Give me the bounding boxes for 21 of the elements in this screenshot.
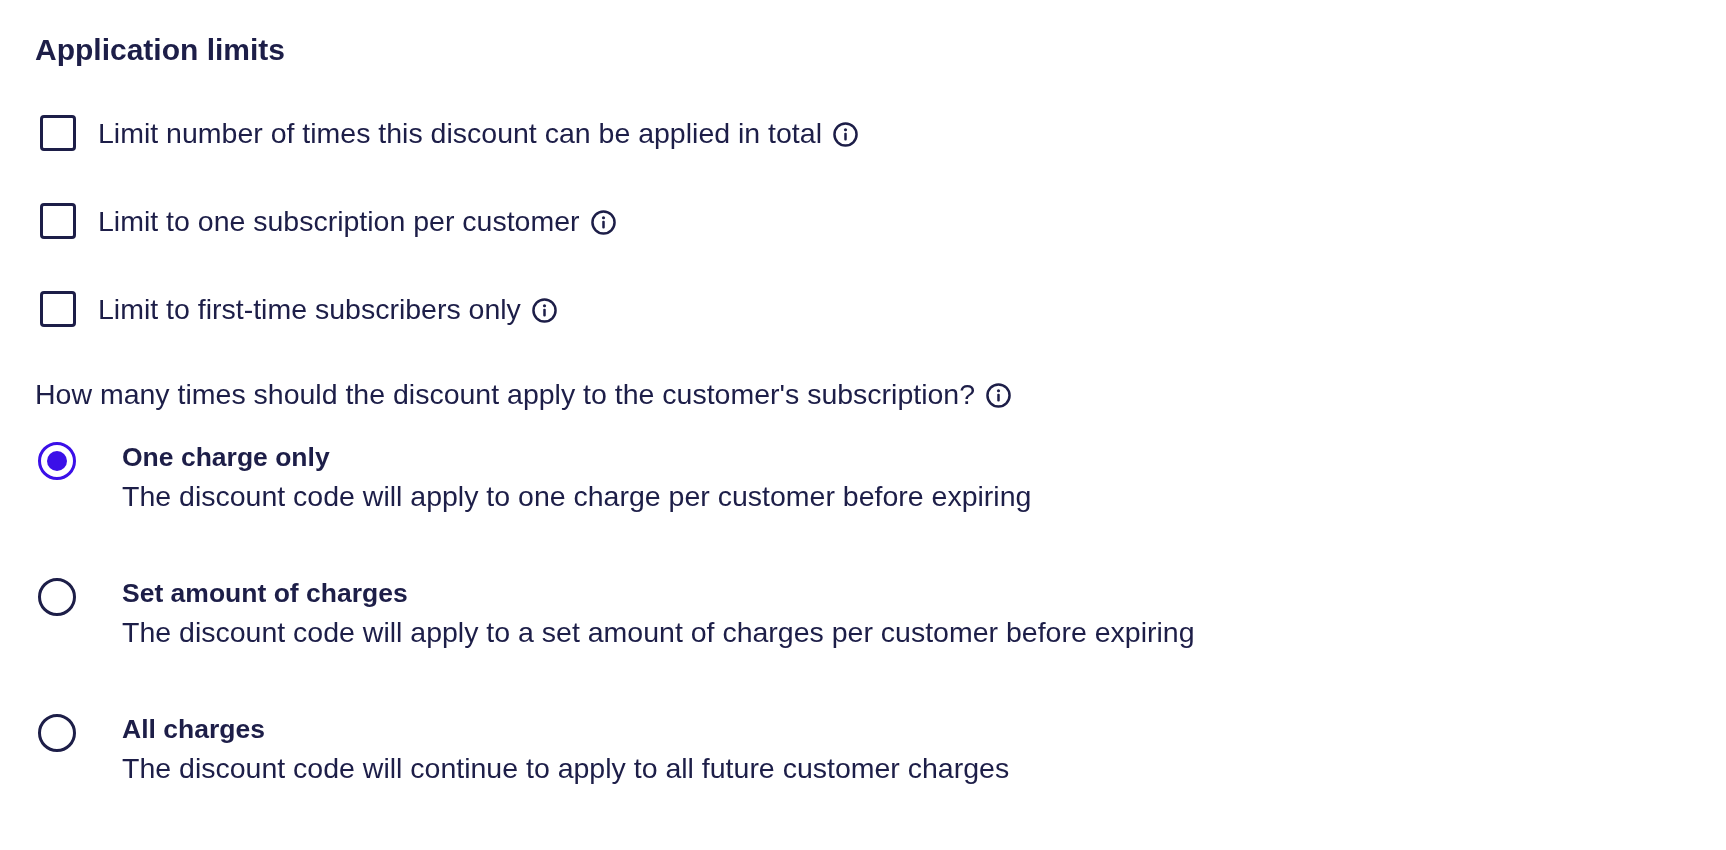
option-description: The discount code will continue to apply to all future customer charges xyxy=(122,751,1010,786)
option-description: The discount code will apply to one charge per customer before expiring xyxy=(122,479,1032,514)
radio-button[interactable] xyxy=(38,714,76,752)
option-description: The discount code will apply to a set amount of charges per customer before expiring xyxy=(122,615,1195,650)
info-icon[interactable] xyxy=(832,122,858,147)
checkbox[interactable] xyxy=(40,291,76,327)
checkbox-label: Limit to one subscription per customer xyxy=(98,204,580,239)
radio-button[interactable] xyxy=(38,442,76,480)
option-title: All charges xyxy=(122,713,265,746)
option-title: One charge only xyxy=(122,441,330,474)
option-title: Set amount of charges xyxy=(122,577,408,610)
info-icon[interactable] xyxy=(590,210,616,235)
checkbox-label: Limit number of times this discount can be applied in total xyxy=(98,116,822,151)
info-icon[interactable] xyxy=(531,298,557,323)
checkbox[interactable] xyxy=(40,203,76,239)
radio-button[interactable] xyxy=(38,578,76,616)
checkbox[interactable] xyxy=(40,115,76,151)
checkbox-label: Limit to first-time subscribers only xyxy=(98,292,521,327)
info-icon[interactable] xyxy=(986,383,1012,408)
question-text: How many times should the discount apply to the customer's subscription? xyxy=(35,377,976,412)
section-heading: Application limits xyxy=(35,32,286,68)
